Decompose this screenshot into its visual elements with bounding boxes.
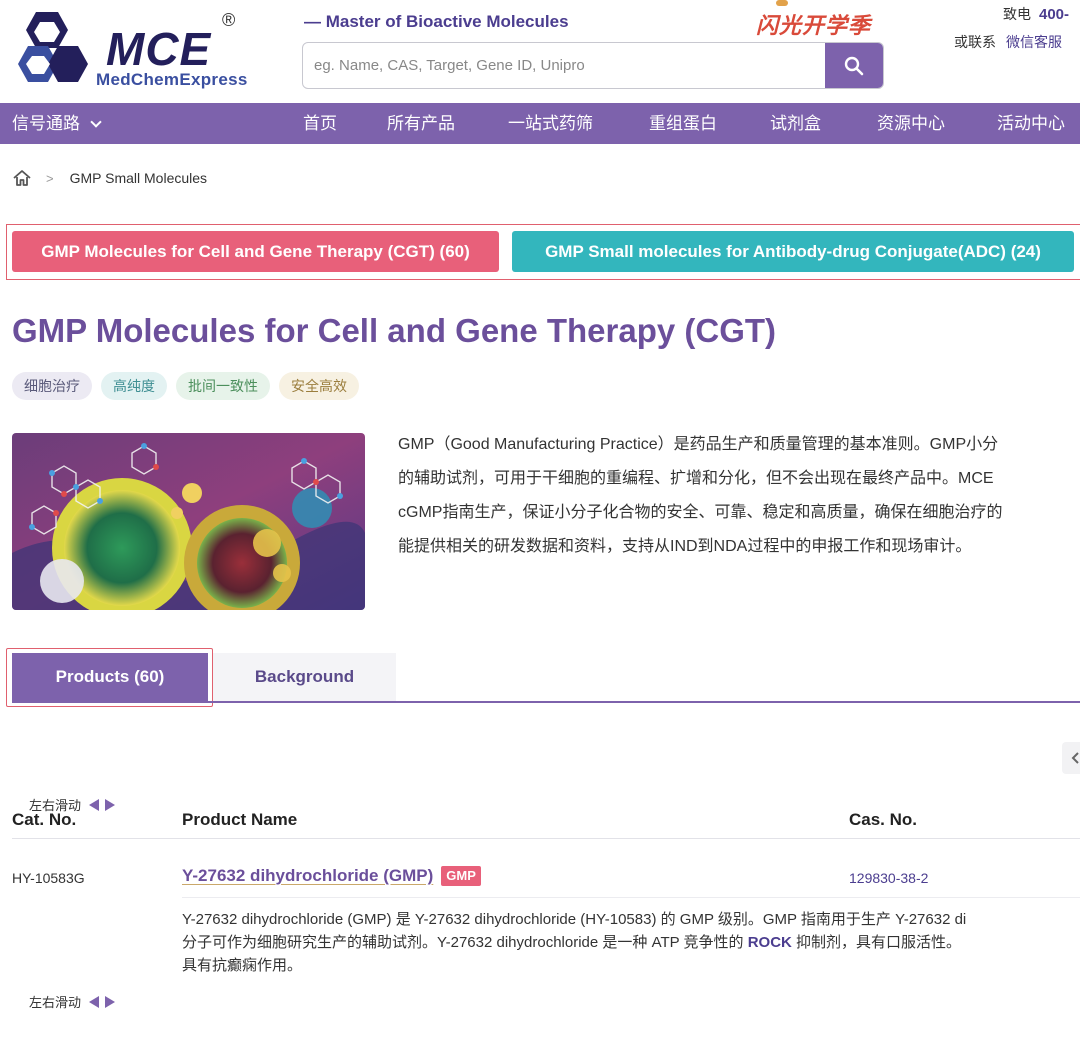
slide-hint: 左右滑动: [29, 992, 116, 1011]
breadcrumb-separator: >: [46, 170, 54, 186]
product-name-link[interactable]: Y-27632 dihydrochloride (GMP): [182, 866, 433, 886]
desc-text: 抑制剂，具有口服活性。: [791, 934, 962, 951]
product-description-line: 具有抗癫痫作用。: [182, 957, 303, 974]
gmp-badge: GMP: [441, 866, 481, 886]
column-header-cat-no: Cat. No.: [12, 810, 77, 829]
rock-target-link[interactable]: ROCK: [748, 934, 792, 951]
contact-label: 致电: [1003, 6, 1031, 22]
description-line: 的辅助试剂，可用于干细胞的重编程、扩增和分化，但不会出现在最终产品中。MCE: [398, 470, 994, 487]
column-header-product-name: Product Name: [182, 810, 298, 829]
scroll-left-button[interactable]: [1062, 742, 1080, 774]
description-line: 能提供相关的研发数据和资料，支持从IND到NDA过程中的申报工作和现场审计。: [398, 538, 972, 555]
contact-or: 或联系: [954, 34, 996, 50]
contact-wechat: 或联系 微信客服: [954, 32, 1062, 52]
product-description-line: 分子可作为细胞研究生产的辅助试剂。Y-27632 dihydrochloride…: [182, 931, 1080, 954]
description: GMP（Good Manufacturing Practice）是药品生产和质量…: [398, 428, 1080, 564]
home-icon[interactable]: [12, 169, 32, 187]
tag-batch-consistency: 批间一致性: [176, 372, 270, 400]
search-input[interactable]: [303, 43, 825, 88]
left-right-arrows-icon: [89, 995, 116, 1008]
nav-signal-pathway[interactable]: 信号通路: [12, 103, 102, 144]
search-button[interactable]: [825, 43, 883, 88]
search-icon: [844, 56, 864, 75]
row-cat-no: HY-10583G: [12, 870, 85, 886]
breadcrumb: > GMP Small Molecules: [12, 167, 207, 189]
page-title: GMP Molecules for Cell and Gene Therapy …: [12, 312, 777, 349]
wechat-link[interactable]: 微信客服: [1006, 34, 1062, 50]
desc-text: 分子可作为细胞研究生产的辅助试剂。Y-27632 dihydrochloride…: [182, 934, 748, 951]
promo-banner[interactable]: 闪光开学季: [756, 8, 871, 40]
nav-item-home[interactable]: 首页: [303, 103, 337, 144]
tag-safe-effective: 安全高效: [279, 372, 359, 400]
left-right-arrows-icon: [89, 798, 116, 811]
category-adc-button[interactable]: GMP Small molecules for Antibody-drug Co…: [512, 231, 1074, 272]
slide-hint-label: 左右滑动: [29, 995, 82, 1010]
description-line: GMP（Good Manufacturing Practice）是药品生产和质量…: [398, 436, 999, 453]
logo-hexagon-icon: [18, 12, 88, 82]
table-header-divider: [12, 838, 1080, 839]
row-cas-no: 129830-38-2: [849, 870, 929, 886]
tagline: — Master of Bioactive Molecules: [304, 12, 569, 31]
search-bar: [302, 42, 884, 89]
tag-cell-therapy: 细胞治疗: [12, 372, 92, 400]
tab-products[interactable]: Products (60): [12, 653, 208, 701]
hero-illustration: [12, 433, 365, 610]
category-cgt-button[interactable]: GMP Molecules for Cell and Gene Therapy …: [12, 231, 499, 272]
nav-item-proteins[interactable]: 重组蛋白: [649, 103, 717, 144]
registered-mark: ®: [222, 10, 236, 30]
chevron-left-icon: [1071, 752, 1079, 764]
logo-subtitle: MedChemExpress: [96, 70, 248, 89]
nav-item-events[interactable]: 活动中心: [997, 103, 1065, 144]
nav-item-screening[interactable]: 一站式药筛: [508, 103, 593, 144]
site-header: MCE ® MedChemExpress — Master of Bioacti…: [0, 0, 1080, 103]
description-line: cGMP指南生产，保证小分子化合物的安全、可靠、稳定和高质量，确保在细胞治疗的: [398, 504, 1003, 521]
tab-background[interactable]: Background: [213, 653, 396, 701]
nav-signal-label: 信号通路: [12, 114, 80, 133]
product-description: Y-27632 dihydrochloride (GMP) 是 Y-27632 …: [182, 908, 1080, 977]
tag-high-purity: 高纯度: [101, 372, 167, 400]
promo-spark-icon: [776, 0, 788, 6]
tab-underline: [12, 701, 1080, 703]
chevron-down-icon: [90, 116, 102, 128]
nav-item-kits[interactable]: 试剂盒: [770, 103, 821, 144]
contact-phone: 致电 400-: [1003, 4, 1069, 24]
column-header-cas-no: Cas. No.: [849, 810, 918, 829]
feature-tags: 细胞治疗 高纯度 批间一致性 安全高效: [12, 372, 359, 400]
nav-item-resources[interactable]: 资源中心: [877, 103, 945, 144]
breadcrumb-current: GMP Small Molecules: [69, 170, 208, 186]
product-description-line: Y-27632 dihydrochloride (GMP) 是 Y-27632 …: [182, 911, 967, 928]
row-divider: [182, 897, 1080, 898]
nav-item-all-products[interactable]: 所有产品: [387, 103, 455, 144]
table-row: Y-27632 dihydrochloride (GMP) GMP: [182, 866, 481, 886]
mce-logo[interactable]: MCE ® MedChemExpress: [10, 8, 250, 92]
phone-number[interactable]: 400-: [1039, 6, 1069, 23]
logo-text: MCE: [106, 23, 212, 75]
main-nav: 信号通路 首页 所有产品 一站式药筛 重组蛋白 试剂盒 资源中心 活动中心: [0, 103, 1080, 144]
